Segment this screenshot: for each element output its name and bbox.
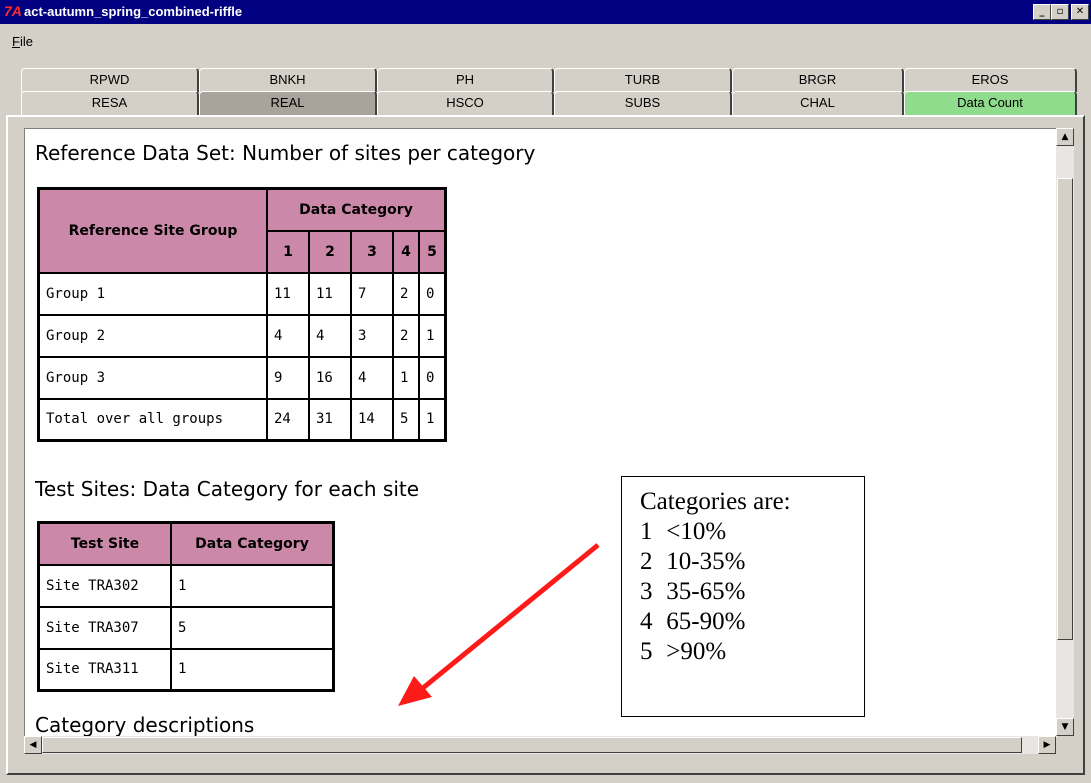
- red-arrow-icon: [398, 543, 600, 706]
